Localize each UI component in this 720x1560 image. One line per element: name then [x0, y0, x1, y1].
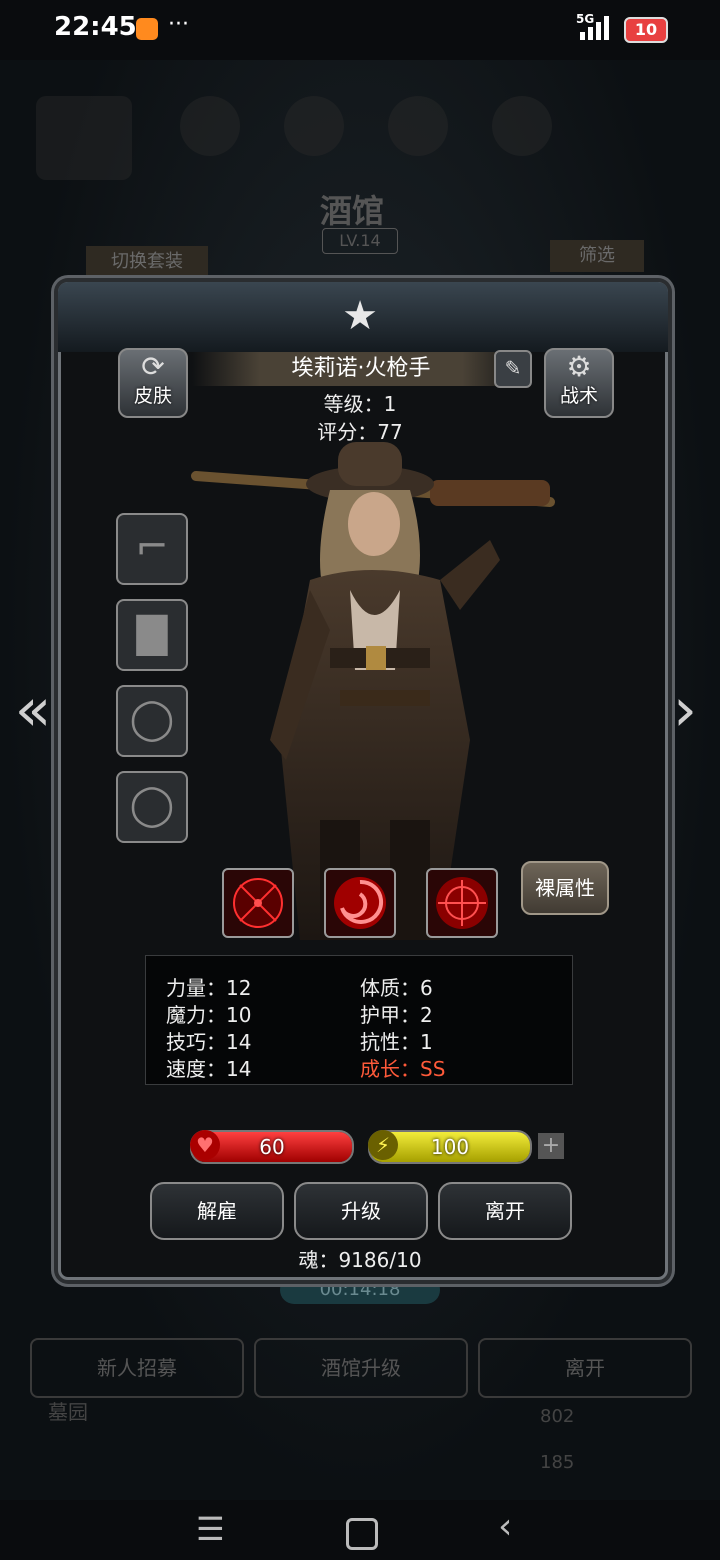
armor-icon[interactable]: ▇	[116, 599, 188, 671]
stat-armor: 护甲：2	[360, 1003, 433, 1027]
more-notifications-icon: ···	[168, 12, 189, 37]
bg-tavern-title: 酒馆	[320, 192, 385, 230]
ring-icon[interactable]: ◯	[116, 685, 188, 757]
tactics-button[interactable]: ⚙ 战术	[544, 348, 614, 418]
stat-magic: 魔力：10	[166, 1003, 252, 1027]
stat-strength: 力量：12	[166, 976, 252, 1000]
status-time: 22:45	[54, 12, 137, 42]
skill-slot-3[interactable]	[426, 868, 498, 938]
battery-level: 10	[634, 20, 658, 39]
bg-avatar-icon	[36, 96, 132, 180]
stats-panel: 力量：12 体质：6 魔力：10 护甲：2 技巧：14 抗性：1 速度：14 成…	[145, 955, 573, 1085]
bg-switch-outfit-tab: 切换套装	[86, 246, 208, 278]
bg-tavern-upgrade-button: 酒馆升级	[254, 1338, 468, 1398]
menu-icon[interactable]: ☰	[196, 1510, 225, 1548]
bg-resource-icon	[492, 96, 552, 156]
dismiss-button[interactable]: 解雇	[150, 1182, 284, 1240]
add-energy-button[interactable]: +	[538, 1133, 564, 1159]
double-chevron-left-icon[interactable]: «	[8, 680, 58, 746]
battery-icon: 10	[624, 17, 668, 43]
bg-leave-button: 离开	[478, 1338, 692, 1398]
heart-icon: ♥	[190, 1130, 220, 1160]
ring-icon[interactable]: ◯	[116, 771, 188, 843]
status-bar: 22:45 ··· 5G 10	[0, 0, 720, 60]
signal-icon	[580, 16, 609, 40]
refresh-icon: ⟳	[141, 350, 165, 383]
gun-icon[interactable]: ⌐	[116, 513, 188, 585]
swirl-skill-icon	[334, 877, 386, 929]
bg-cemetery-label: 墓园	[48, 1400, 88, 1424]
stat-speed: 速度：14	[166, 1057, 252, 1081]
target-skill-icon	[436, 877, 488, 929]
hero-name: 埃莉诺·火枪手	[291, 356, 431, 381]
leave-button[interactable]: 离开	[438, 1182, 572, 1240]
bg-resource-icon	[284, 96, 344, 156]
stat-constitution: 体质：6	[360, 976, 433, 1000]
stat-growth: 成长：SS	[360, 1057, 446, 1081]
skill-slot-1[interactable]	[222, 868, 294, 938]
soul-counter: 魂：9186/10	[298, 1248, 422, 1272]
home-icon[interactable]	[346, 1518, 378, 1550]
stat-resistance: 抗性：1	[360, 1030, 433, 1054]
stat-skill: 技巧：14	[166, 1030, 252, 1054]
bg-filter-tab: 筛选	[550, 240, 644, 272]
bg-tavern-level: LV.14	[322, 228, 398, 254]
hero-level: 等级：1	[323, 392, 397, 416]
star-icon: ★	[342, 293, 378, 339]
back-icon[interactable]: ‹	[498, 1506, 512, 1547]
bare-attributes-button[interactable]: 裸属性	[521, 861, 609, 915]
bg-recruit-button: 新人招募	[30, 1338, 244, 1398]
skin-button[interactable]: ⟳ 皮肤	[118, 348, 188, 418]
crosshair-skill-icon	[233, 878, 283, 928]
bg-resource-icon	[388, 96, 448, 156]
bg-counter: 802	[540, 1406, 575, 1427]
edit-icon[interactable]: ✎	[494, 350, 532, 388]
bg-resource-icon	[180, 96, 240, 156]
bg-counter: 185	[540, 1452, 575, 1473]
lightning-icon: ⚡	[368, 1130, 398, 1160]
upgrade-button[interactable]: 升级	[294, 1182, 428, 1240]
gear-icon: ⚙	[566, 350, 592, 383]
tactics-label: 战术	[559, 385, 598, 407]
skill-slot-2[interactable]	[324, 868, 396, 938]
skin-label: 皮肤	[133, 385, 172, 407]
bg-timer: 00:14:18	[280, 1276, 440, 1304]
app-notification-icon	[136, 18, 158, 40]
